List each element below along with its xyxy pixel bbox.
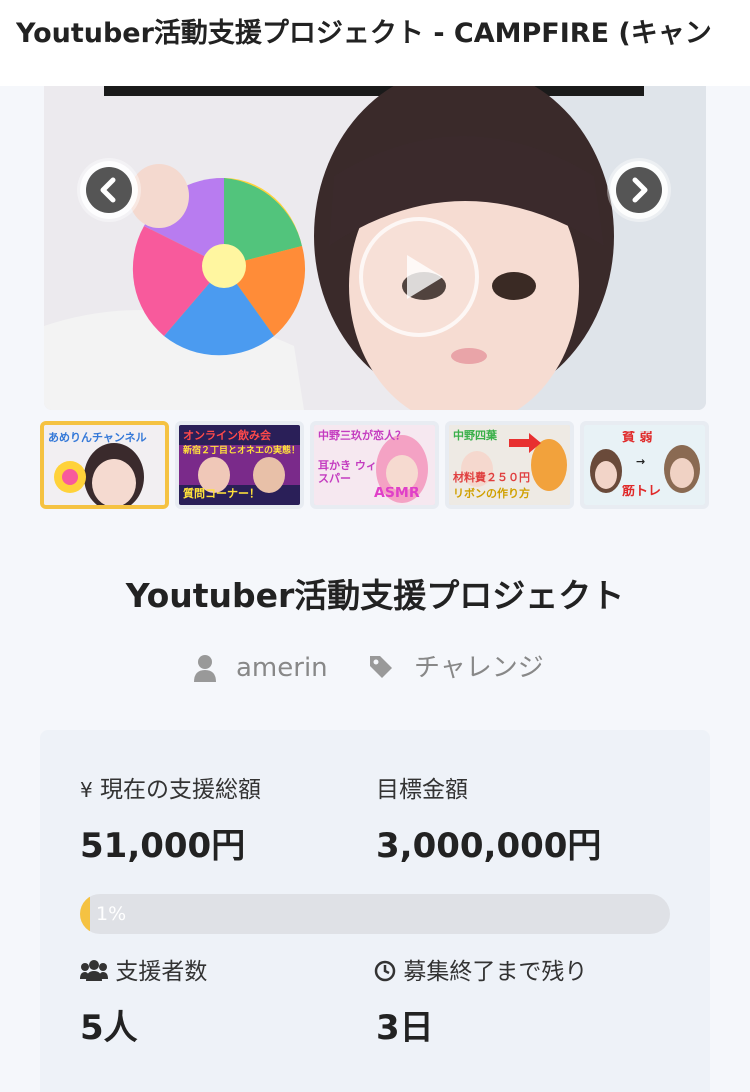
yen-icon: ¥ xyxy=(80,778,93,802)
clock-icon xyxy=(374,960,396,982)
thumbnail-3-caption-mid: 耳かき ウィスパー xyxy=(318,459,377,485)
remaining-value: 3日 xyxy=(376,1008,434,1048)
current-amount-label-row: ¥ 現在の支援総額 xyxy=(80,774,261,806)
thumbnail-4-caption-bottom: リボンの作り方 xyxy=(453,487,530,500)
thumbnail-4-caption-mid: 材料費２５０円 xyxy=(453,471,530,484)
author-link[interactable]: amerin xyxy=(236,650,328,686)
thumbnail-2-caption-top: オンライン飲み会 xyxy=(183,429,271,442)
backers-label: 支援者数 xyxy=(115,959,208,985)
tag-icon xyxy=(370,656,392,678)
prev-slide-button[interactable] xyxy=(80,161,138,219)
users-icon xyxy=(80,960,108,981)
thumbnail-3-caption-top: 中野三玖が恋人？ xyxy=(318,429,406,442)
funding-progress-bar: 1% xyxy=(80,894,670,934)
goal-amount-value: 3,000,000円 xyxy=(376,826,602,866)
backers-label-row: 支援者数 xyxy=(80,956,207,988)
user-icon xyxy=(194,655,216,682)
thumbnail-1[interactable]: あめりんチャンネル xyxy=(40,421,169,509)
play-icon xyxy=(407,255,443,299)
thumbnail-4-caption-top: 中野四葉 xyxy=(453,429,497,442)
play-button[interactable] xyxy=(359,217,479,337)
thumbnail-3[interactable]: 中野三玖が恋人？ 耳かき ウィスパー ASMR xyxy=(310,421,439,509)
thumbnail-4[interactable]: 中野四葉 材料費２５０円 リボンの作り方 xyxy=(445,421,574,509)
thumbnail-5-caption-top: 貧 弱 xyxy=(622,431,653,444)
project-meta: amerin チャレンジ xyxy=(0,646,750,690)
stats-panel: ¥ 現在の支援総額 51,000円 目標金額 3,000,000円 1% 支援者… xyxy=(40,730,710,1092)
remaining-label: 募集終了まで残り xyxy=(403,959,588,985)
progress-percent: 1% xyxy=(96,903,127,925)
thumbnail-5-caption-mid: → xyxy=(636,455,646,468)
current-amount-label: 現在の支援総額 xyxy=(100,777,262,803)
chevron-right-icon xyxy=(632,177,648,203)
backers-value: 5人 xyxy=(80,1008,138,1048)
chevron-left-icon xyxy=(100,177,116,203)
thumbnail-5-caption-bottom: 筋トレ xyxy=(622,485,662,498)
thumbnail-2-caption-mid: 新宿２丁目とオネエの実態！？ xyxy=(183,446,296,456)
current-amount-value: 51,000円 xyxy=(80,826,246,866)
category-link[interactable]: チャレンジ xyxy=(414,650,544,686)
goal-amount-label: 目標金額 xyxy=(376,777,468,803)
project-title: Youtuber活動支援プロジェクト xyxy=(125,576,625,615)
thumbnail-strip: あめりんチャンネル オンライン飲み会 新宿２丁目とオネエの実態！？ 質問コーナー… xyxy=(40,421,710,509)
browser-header: Youtuber活動支援プロジェクト - CAMPFIRE (キャン xyxy=(0,0,750,86)
thumbnail-1-caption: あめりんチャンネル xyxy=(48,431,147,444)
progress-fill xyxy=(80,894,91,934)
page-title: Youtuber活動支援プロジェクト - CAMPFIRE (キャン xyxy=(16,18,712,49)
thumbnail-2[interactable]: オンライン飲み会 新宿２丁目とオネエの実態！？ 質問コーナー！ xyxy=(175,421,304,509)
next-slide-button[interactable] xyxy=(610,161,668,219)
thumbnail-5[interactable]: 貧 弱 → 筋トレ xyxy=(580,421,709,509)
remaining-label-row: 募集終了まで残り xyxy=(374,956,587,988)
main-video-image[interactable] xyxy=(44,86,706,410)
thumbnail-2-caption-bottom: 質問コーナー！ xyxy=(183,487,260,500)
thumbnail-3-caption-bottom: ASMR xyxy=(374,487,420,500)
